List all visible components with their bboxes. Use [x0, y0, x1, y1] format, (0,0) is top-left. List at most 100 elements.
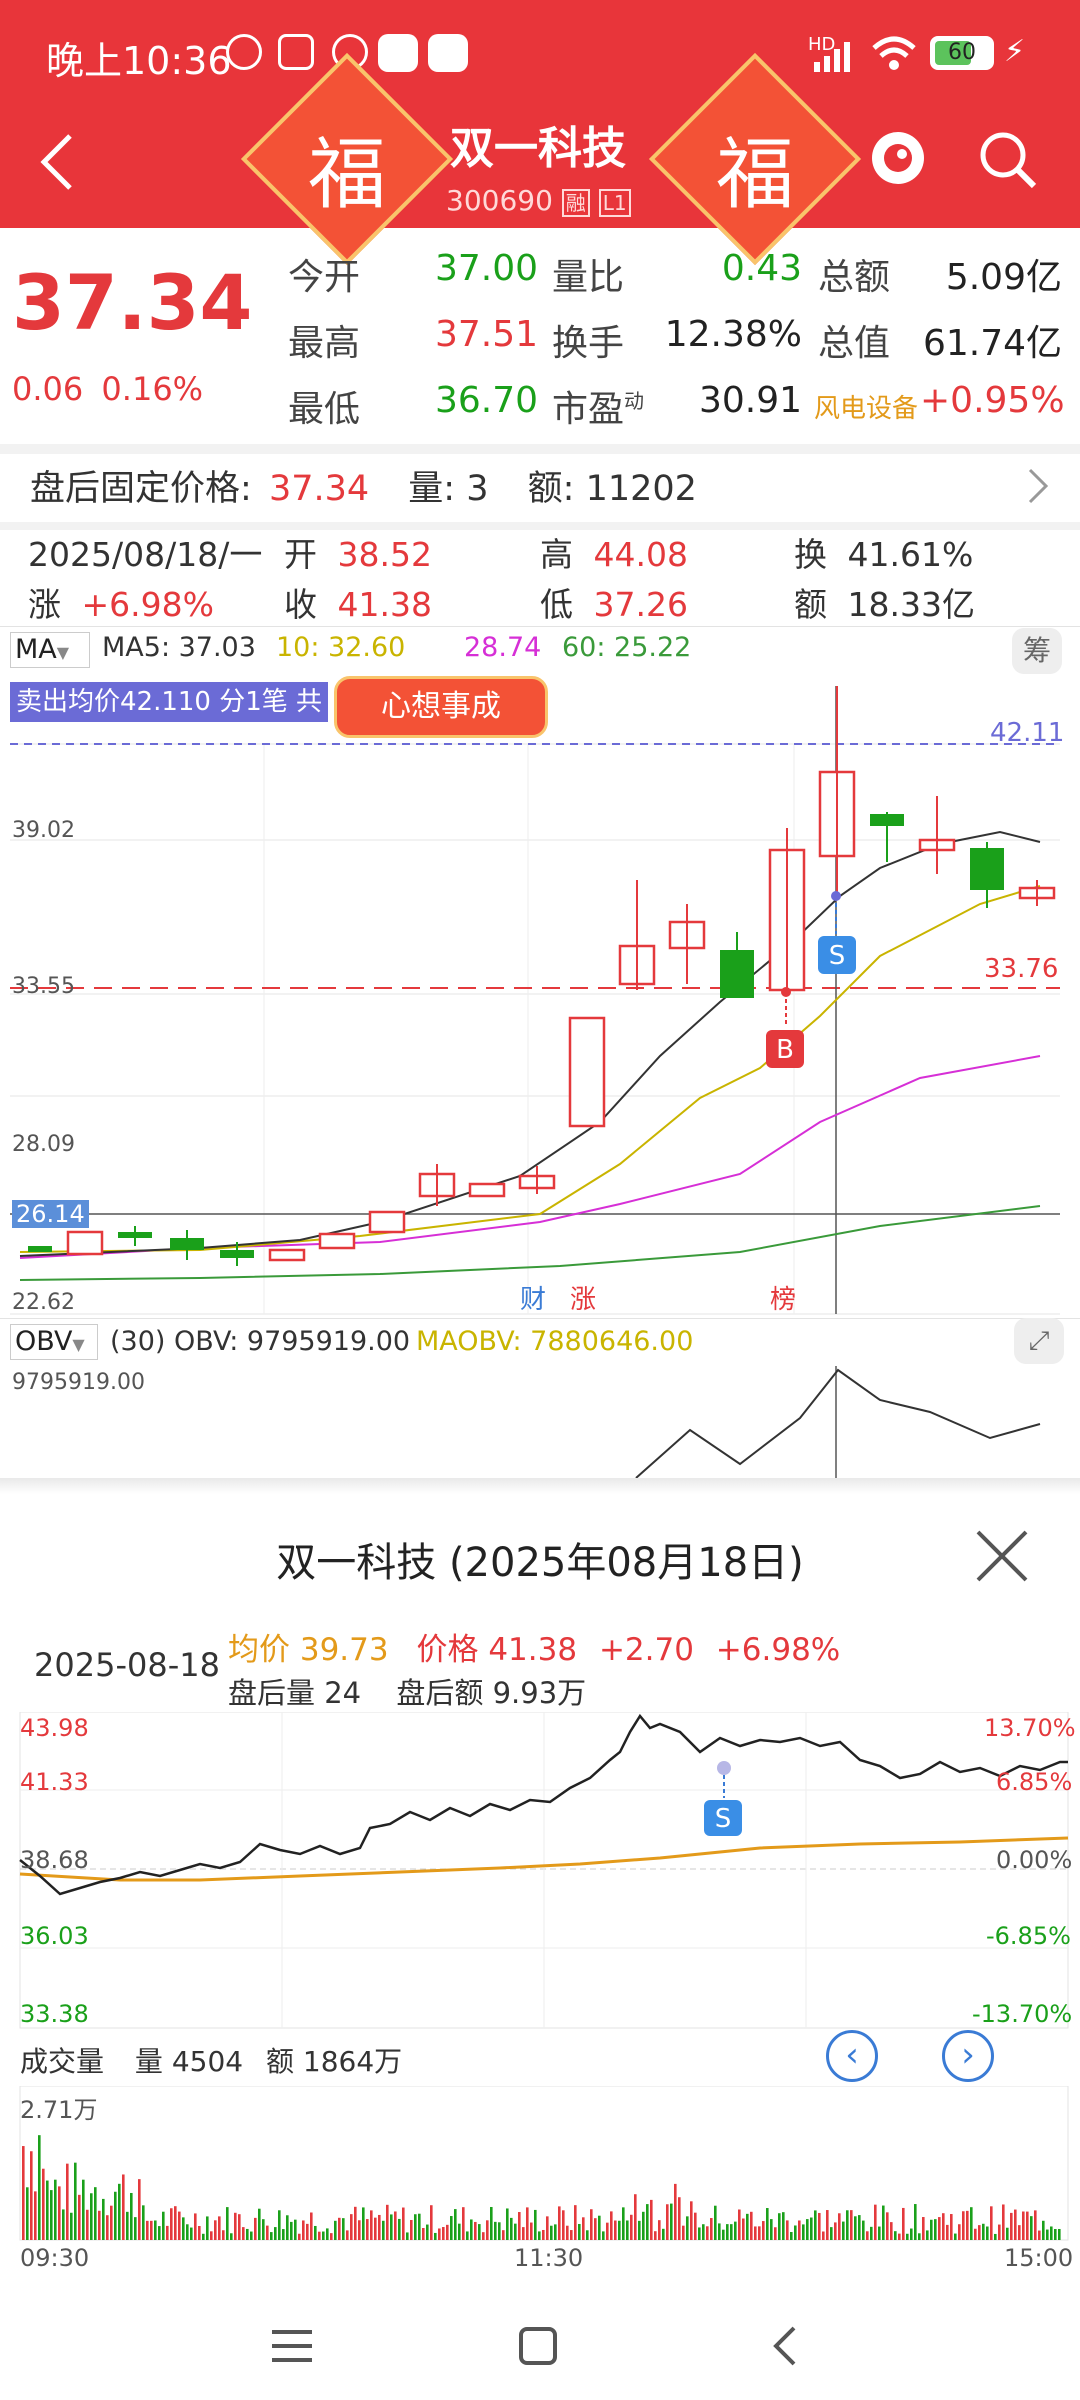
volume-bar	[514, 2223, 517, 2240]
volume-bar	[586, 2230, 589, 2240]
volume-bar	[782, 2212, 785, 2240]
volume-bar	[222, 2230, 225, 2240]
volume-bar	[194, 2213, 197, 2240]
volume-bar	[534, 2209, 537, 2240]
volume-bar	[450, 2216, 453, 2240]
next-day-button[interactable]: ›	[942, 2030, 994, 2082]
volume-bar	[66, 2163, 69, 2240]
fu-char-left: 福	[307, 130, 386, 220]
ma-selector[interactable]: MA▼	[10, 632, 90, 668]
current-price: 37.34	[12, 258, 253, 347]
candles	[28, 686, 1056, 1266]
volume-bar	[798, 2220, 801, 2240]
buy-marker: B	[776, 1035, 794, 1065]
volume-bar	[482, 2232, 485, 2240]
after-hours-label: 盘后固定价格:	[30, 469, 252, 509]
volume-bar	[30, 2151, 33, 2240]
expand-button[interactable]: ⤢	[1014, 1318, 1064, 1364]
volume-bar	[226, 2207, 229, 2240]
after-hours-price: 37.34	[268, 469, 370, 509]
sheet-price-row: 均价 39.73 价格 41.38 +2.70 +6.98%	[228, 1624, 840, 1669]
app-icon	[378, 34, 418, 72]
after-hours-row[interactable]: 盘后固定价格: 37.34 量: 3 额: 11202	[30, 460, 697, 511]
change-pct: +6.98%	[715, 1632, 841, 1668]
close-icon[interactable]	[974, 1528, 1030, 1584]
chevron-right-icon[interactable]	[1026, 466, 1050, 506]
prev-day-button[interactable]: ‹	[826, 2030, 878, 2082]
wifi-icon	[872, 36, 916, 70]
day-amount-value: 18.33亿	[847, 585, 975, 624]
candlestick-chart[interactable]: B S 财 涨 榜	[0, 676, 1080, 1316]
axis-support: 33.76	[984, 954, 1059, 984]
value-open: 37.00	[434, 248, 538, 289]
volume-bar	[526, 2207, 529, 2240]
volume-bar	[410, 2219, 413, 2240]
time-axis-label: 09:30	[20, 2244, 90, 2272]
day-date: 2025/08/18/一	[28, 535, 263, 574]
chip-button[interactable]: 筹	[1012, 628, 1062, 674]
volume-bar	[502, 2230, 505, 2240]
volume-bar	[54, 2179, 57, 2240]
volume-bar	[346, 2230, 349, 2240]
home-icon[interactable]	[518, 2326, 558, 2366]
volume-bar	[594, 2218, 597, 2240]
volume-bar	[530, 2222, 533, 2240]
volume-bar	[422, 2227, 425, 2240]
menu-icon[interactable]	[270, 2326, 314, 2366]
sheet-backdrop-edge	[0, 1478, 1080, 1494]
volume-bar	[78, 2194, 81, 2240]
volume-bar	[114, 2191, 117, 2240]
volume-bar	[606, 2222, 609, 2240]
back-nav-icon[interactable]	[770, 2324, 800, 2368]
sector-link[interactable]: 风电设备	[814, 388, 918, 425]
axis-label: 33.55	[12, 974, 75, 999]
caret-down-icon: ▼	[56, 643, 70, 662]
back-icon[interactable]	[36, 130, 76, 194]
day-close-value: 41.38	[337, 585, 432, 624]
search-icon[interactable]	[976, 128, 1040, 192]
day-open-value: 38.52	[337, 535, 432, 574]
volume-label: 成交量	[20, 2045, 105, 2078]
volume-bar	[842, 2221, 845, 2240]
day-close-label: 收	[284, 585, 317, 624]
volume-bar	[74, 2162, 77, 2240]
volume-bar	[766, 2208, 769, 2240]
mascot-icon[interactable]	[866, 126, 930, 190]
volume-bar	[886, 2212, 889, 2240]
volume-bar	[982, 2223, 985, 2240]
volume-bar	[190, 2227, 193, 2240]
rong-tag: 融	[561, 189, 590, 217]
volume-bar	[690, 2201, 693, 2240]
change-pct: 0.16%	[101, 370, 204, 408]
label-market-cap: 总值	[818, 323, 891, 364]
volume-bar	[50, 2190, 53, 2240]
volume-bar	[458, 2223, 461, 2240]
app-header: 晚上10:36 HD 60 ⚡ 福 双一科技 300690 融 L1 福	[0, 0, 1080, 266]
change-value: +2.70	[598, 1632, 694, 1668]
after-vol: 24	[324, 1676, 362, 1710]
obv-selector[interactable]: OBV▼	[10, 1324, 98, 1360]
volume-bar	[442, 2227, 445, 2240]
volume-bar	[62, 2209, 65, 2240]
axis-right-label: 0.00%	[996, 1846, 1073, 1874]
intraday-chart[interactable]: S	[0, 1712, 1080, 2032]
volume-bar	[486, 2220, 489, 2240]
volume-bar	[806, 2219, 809, 2240]
avg-label: 均价	[228, 1632, 290, 1668]
volume-bar	[218, 2216, 221, 2240]
volume-bar	[122, 2174, 125, 2240]
volume-bar	[166, 2225, 169, 2240]
axis-sell-avg: 42.11	[990, 718, 1065, 748]
volume-bar	[662, 2228, 665, 2240]
after-hours-amt: 11202	[585, 469, 697, 509]
volume-bar	[582, 2217, 585, 2240]
volume-bar	[170, 2208, 173, 2240]
change-value: 0.06	[12, 370, 84, 408]
volume-bar	[838, 2213, 841, 2240]
price-change: 0.06 0.16%	[12, 370, 203, 408]
after-hours-amt-label: 额:	[527, 469, 575, 509]
volume-bar	[734, 2221, 737, 2240]
volume-bar	[1014, 2209, 1017, 2240]
sheet-sell-marker: S	[715, 1804, 732, 1834]
axis-right-label: 13.70%	[984, 1714, 1076, 1742]
